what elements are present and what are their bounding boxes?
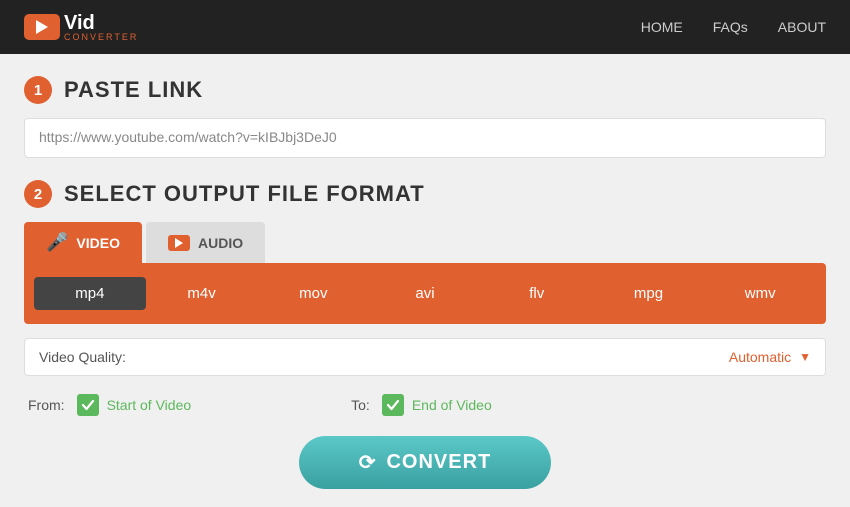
play-small-icon <box>175 238 183 248</box>
format-tabs: 🎤 VIDEO AUDIO <box>24 222 826 263</box>
from-to-row: From: Start of Video To: End of Video <box>24 394 826 416</box>
play-icon-box <box>168 235 190 251</box>
logo: Vid CONVERTER <box>24 13 138 42</box>
convert-btn-wrap: ⟳ CONVERT <box>24 436 826 489</box>
format-mov[interactable]: mov <box>257 277 369 310</box>
format-mp4[interactable]: mp4 <box>34 277 146 310</box>
format-m4v[interactable]: m4v <box>146 277 258 310</box>
step2-circle: 2 <box>24 180 52 208</box>
quality-bar[interactable]: Video Quality: Automatic ▼ <box>24 338 826 376</box>
convert-button[interactable]: ⟳ CONVERT <box>299 436 552 489</box>
step1-circle: 1 <box>24 76 52 104</box>
format-box: mp4 m4v mov avi flv mpg wmv <box>24 263 826 324</box>
from-value: Start of Video <box>107 397 192 413</box>
to-value: End of Video <box>412 397 492 413</box>
nav-about[interactable]: ABOUT <box>778 19 826 35</box>
refresh-icon: ⟳ <box>359 450 377 475</box>
format-mpg[interactable]: mpg <box>593 277 705 310</box>
checkmark-svg <box>81 398 95 412</box>
logo-name: Vid CONVERTER <box>64 13 138 42</box>
from-label: From: <box>28 397 65 413</box>
header: Vid CONVERTER HOME FAQs ABOUT <box>0 0 850 54</box>
step2-title: SELECT OUTPUT FILE FORMAT <box>64 181 425 207</box>
logo-play-icon <box>36 20 48 34</box>
format-wmv[interactable]: wmv <box>704 277 816 310</box>
quality-label: Video Quality: <box>39 349 126 365</box>
to-checkmark-svg <box>386 398 400 412</box>
format-avi[interactable]: avi <box>369 277 481 310</box>
step2-header: 2 SELECT OUTPUT FILE FORMAT <box>24 180 826 208</box>
mic-icon: 🎤 <box>46 232 68 253</box>
tab-video[interactable]: 🎤 VIDEO <box>24 222 142 263</box>
nav-home[interactable]: HOME <box>641 19 683 35</box>
to-label: To: <box>351 397 370 413</box>
format-section: 🎤 VIDEO AUDIO mp4 m4v mov avi flv mpg wm… <box>24 222 826 324</box>
nav-faqs[interactable]: FAQs <box>713 19 748 35</box>
url-input[interactable] <box>39 129 811 145</box>
tab-video-label: VIDEO <box>76 235 120 251</box>
logo-converter-text: CONVERTER <box>64 33 138 42</box>
from-check-icon <box>77 394 99 416</box>
quality-value-text: Automatic <box>729 349 791 365</box>
tab-audio[interactable]: AUDIO <box>146 222 265 263</box>
logo-box <box>24 14 60 40</box>
to-check-icon <box>382 394 404 416</box>
main-content: 1 PASTE LINK 2 SELECT OUTPUT FILE FORMAT… <box>0 54 850 507</box>
format-flv[interactable]: flv <box>481 277 593 310</box>
step1-title: PASTE LINK <box>64 77 203 103</box>
format-options: mp4 m4v mov avi flv mpg wmv <box>34 277 816 310</box>
nav: HOME FAQs ABOUT <box>641 19 826 35</box>
logo-vid-text: Vid <box>64 13 138 33</box>
tab-audio-label: AUDIO <box>198 235 243 251</box>
quality-value-wrap: Automatic ▼ <box>729 349 811 365</box>
convert-button-label: CONVERT <box>386 451 491 474</box>
step1-header: 1 PASTE LINK <box>24 76 826 104</box>
url-input-wrap[interactable] <box>24 118 826 158</box>
from-block: From: Start of Video <box>28 394 191 416</box>
quality-dropdown-arrow: ▼ <box>799 350 811 364</box>
to-block: To: End of Video <box>351 394 492 416</box>
